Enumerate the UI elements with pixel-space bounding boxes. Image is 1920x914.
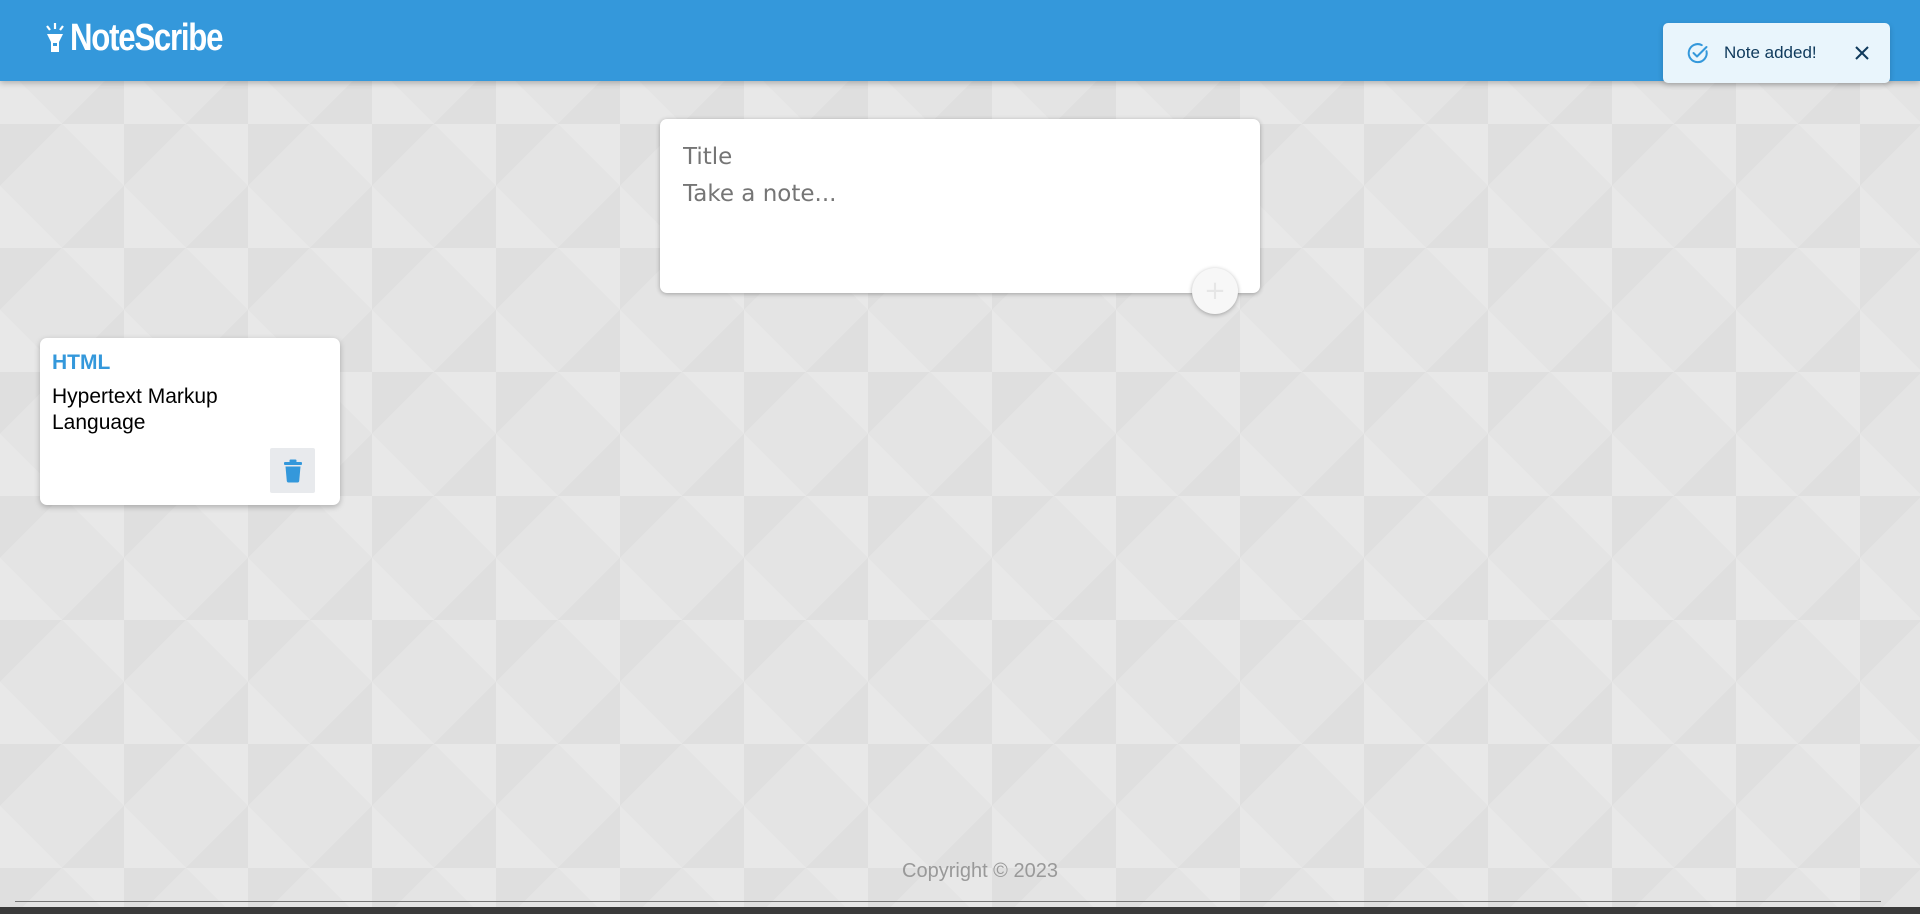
note-card: HTML Hypertext Markup Language bbox=[40, 338, 340, 505]
footer-divider bbox=[15, 901, 1881, 902]
copyright-text: Copyright © 2023 bbox=[902, 860, 1058, 882]
brand-name: NoteScribe bbox=[70, 16, 223, 59]
app-header: NoteScribe bbox=[0, 0, 1920, 81]
note-content: Hypertext Markup Language bbox=[52, 385, 218, 434]
add-note-button[interactable]: + bbox=[1192, 268, 1238, 314]
toast-notification: Note added! bbox=[1663, 23, 1890, 83]
trash-icon bbox=[283, 459, 302, 482]
note-composer bbox=[660, 119, 1260, 293]
delete-note-button[interactable] bbox=[270, 448, 315, 493]
footer: Copyright © 2023 bbox=[0, 860, 1920, 883]
close-icon[interactable] bbox=[1852, 43, 1872, 63]
check-circle-icon bbox=[1687, 43, 1708, 64]
bottom-bar bbox=[0, 907, 1920, 914]
brand[interactable]: NoteScribe bbox=[44, 14, 256, 62]
note-title: HTML bbox=[52, 351, 111, 374]
note-title-input[interactable] bbox=[683, 142, 1223, 172]
toast-message: Note added! bbox=[1724, 43, 1817, 62]
note-content-input[interactable] bbox=[683, 181, 1223, 271]
plus-icon: + bbox=[1204, 276, 1226, 306]
flashlight-icon bbox=[46, 23, 64, 52]
